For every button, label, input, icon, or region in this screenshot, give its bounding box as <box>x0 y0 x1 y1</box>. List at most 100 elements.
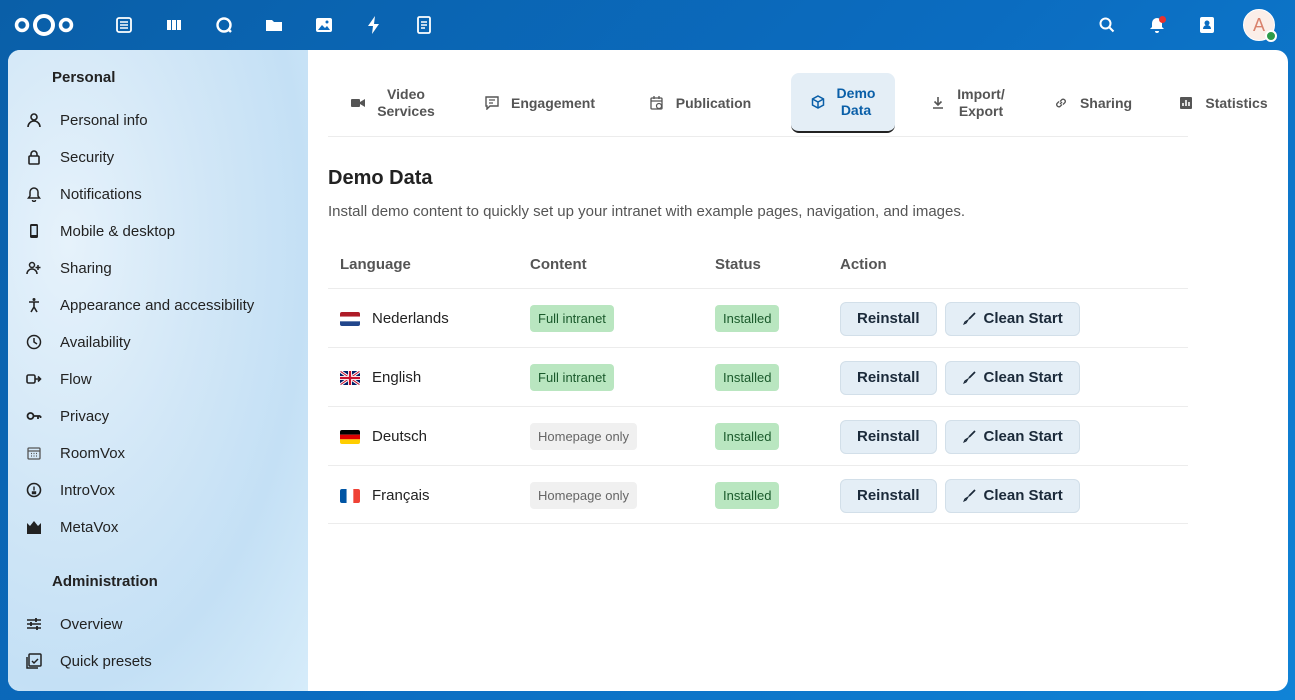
content-cell: Homepage only <box>530 407 638 466</box>
column-header-status: Status <box>715 256 761 273</box>
reinstall-button[interactable]: Reinstall <box>840 419 937 454</box>
action-cell: Reinstall Clean Start <box>840 466 1088 525</box>
table-row: Nederlands Full intranet Installed Reins… <box>328 288 1188 347</box>
nextcloud-logo-icon[interactable] <box>13 11 75 39</box>
language-name: Nederlands <box>372 310 449 327</box>
reinstall-button[interactable]: Reinstall <box>840 478 937 513</box>
content-badge: Full intranet <box>530 364 614 391</box>
sidebar-item-metavox[interactable]: MetaVox <box>16 511 300 543</box>
settings-sidebar: Personal Personal info Security Notifica… <box>8 50 308 691</box>
sidebar-item-flow[interactable]: Flow <box>16 363 300 395</box>
sidebar-item-personal-info[interactable]: Personal info <box>16 104 300 136</box>
user-avatar[interactable]: A <box>1243 9 1277 42</box>
metavox-icon <box>24 517 44 537</box>
notes-app-icon[interactable] <box>410 11 438 39</box>
tab-statistics[interactable]: Statistics <box>1176 73 1271 133</box>
status-cell: Installed <box>715 289 780 348</box>
sidebar-item-appearance[interactable]: Appearance and accessibility <box>16 289 300 321</box>
column-header-action: Action <box>840 256 887 273</box>
calendar-grid-icon <box>24 443 44 463</box>
broom-icon <box>962 311 976 326</box>
sidebar-item-label: Mobile & desktop <box>60 222 176 240</box>
flag-gb-icon <box>340 370 360 385</box>
status-badge: Installed <box>715 305 780 332</box>
button-label: Reinstall <box>857 487 920 504</box>
sidebar-item-overview[interactable]: Overview <box>16 608 300 640</box>
column-header-content: Content <box>530 256 587 273</box>
sidebar-item-label: IntroVox <box>60 481 116 499</box>
tab-sharing[interactable]: Sharing <box>1048 73 1138 133</box>
clock-icon <box>24 332 44 352</box>
sidebar-item-mobile-desktop[interactable]: Mobile & desktop <box>16 215 300 247</box>
button-label: Reinstall <box>857 310 920 327</box>
sidebar-item-sharing[interactable]: Sharing <box>16 252 300 284</box>
lock-icon <box>24 147 44 167</box>
content-badge: Full intranet <box>530 305 614 332</box>
button-label: Clean Start <box>983 310 1063 327</box>
clean-start-button[interactable]: Clean Start <box>944 301 1080 336</box>
sidebar-item-label: Overview <box>60 615 123 633</box>
tab-video-services[interactable]: Video Services <box>338 73 448 133</box>
user-icon <box>24 110 44 130</box>
broom-icon <box>962 370 976 385</box>
broom-icon <box>962 429 976 444</box>
cube-icon <box>811 94 827 110</box>
status-cell: Installed <box>715 466 780 525</box>
sidebar-item-roomvox[interactable]: RoomVox <box>16 437 300 469</box>
sidebar-item-availability[interactable]: Availability <box>16 326 300 358</box>
administration-heading: Administration <box>52 573 158 590</box>
talk-app-icon[interactable] <box>210 11 238 39</box>
language-name: Français <box>372 487 430 504</box>
tab-label: Sharing <box>1079 94 1133 111</box>
activity-app-icon[interactable] <box>360 11 388 39</box>
status-badge: Installed <box>715 364 780 391</box>
download-icon <box>931 95 947 111</box>
tab-publication[interactable]: Publication <box>638 73 763 133</box>
photos-app-icon[interactable] <box>310 11 338 39</box>
main-content: Video Services Engagement Publication Dem… <box>328 50 1288 691</box>
sidebar-item-security[interactable]: Security <box>16 141 300 173</box>
sidebar-item-label: Privacy <box>60 407 110 425</box>
tab-label: Demo Data <box>836 85 876 118</box>
personal-heading: Personal <box>52 69 116 86</box>
status-cell: Installed <box>715 348 780 407</box>
reinstall-button[interactable]: Reinstall <box>840 360 937 395</box>
sidebar-item-label: Personal info <box>60 111 148 129</box>
phone-icon <box>24 221 44 241</box>
clean-start-button[interactable]: Clean Start <box>944 419 1080 454</box>
sidebar-item-label: Notifications <box>60 185 142 203</box>
sliders-icon <box>24 614 44 634</box>
sidebar-item-introvox[interactable]: IntroVox <box>16 474 300 506</box>
sidebar-item-quick-presets[interactable]: Quick presets <box>16 645 300 677</box>
sidebar-item-privacy[interactable]: Privacy <box>16 400 300 432</box>
tab-engagement[interactable]: Engagement <box>475 73 605 133</box>
tab-import-export[interactable]: Import/Export <box>918 73 1018 133</box>
button-label: Clean Start <box>983 428 1063 445</box>
clean-start-button[interactable]: Clean Start <box>944 360 1080 395</box>
files-app-icon[interactable] <box>260 11 288 39</box>
tab-demo-data[interactable]: Demo Data <box>791 73 895 133</box>
bell-icon <box>24 184 44 204</box>
avatar-initial: A <box>1252 14 1265 35</box>
reinstall-button[interactable]: Reinstall <box>840 301 937 336</box>
sidebar-item-notifications[interactable]: Notifications <box>16 178 300 210</box>
deck-app-icon[interactable] <box>160 11 188 39</box>
language-name: English <box>372 369 422 386</box>
language-cell: Français <box>340 466 430 525</box>
flag-fr-icon <box>340 488 360 503</box>
content-badge: Homepage only <box>530 482 638 509</box>
status-cell: Installed <box>715 407 780 466</box>
sidebar-item-label: Security <box>60 148 115 166</box>
sidebar-item-label: Flow <box>60 370 92 388</box>
tab-label: Publication <box>675 94 752 111</box>
notification-dot <box>1159 16 1166 23</box>
sidebar-item-label: RoomVox <box>60 444 126 462</box>
content-badge: Homepage only <box>530 423 638 450</box>
column-header-language: Language <box>340 256 411 273</box>
dashboard-app-icon[interactable] <box>110 11 138 39</box>
status-badge: Installed <box>715 482 780 509</box>
clean-start-button[interactable]: Clean Start <box>944 478 1080 513</box>
contacts-icon[interactable] <box>1193 9 1221 41</box>
search-icon[interactable] <box>1093 9 1121 41</box>
notifications-bell-icon[interactable] <box>1143 9 1171 41</box>
